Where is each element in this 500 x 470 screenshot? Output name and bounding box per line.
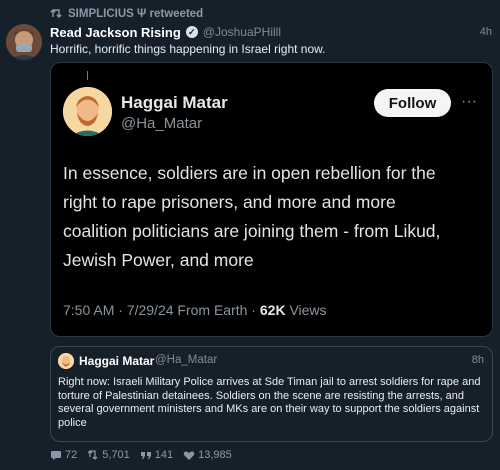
retweet-icon bbox=[50, 8, 62, 18]
quote-avatar bbox=[58, 353, 74, 369]
quote-avatar-image bbox=[58, 353, 74, 369]
quote-icon bbox=[140, 451, 151, 459]
quoted-tweet[interactable]: Haggai Matar @Ha_Matar 8h Right now: Isr… bbox=[50, 346, 493, 442]
embedded-line: coalition politicians are joining them -… bbox=[63, 221, 441, 241]
embedded-timestamp: 7:50 AM · 7/29/24 From Earth · bbox=[63, 302, 260, 318]
verified-icon: ✓ bbox=[185, 26, 198, 38]
embedded-author-name: Haggai Matar bbox=[121, 93, 228, 112]
quote-count: 141 bbox=[154, 449, 174, 461]
embedded-avatar-image bbox=[63, 87, 112, 136]
more-icon: ··· bbox=[461, 93, 477, 110]
avatar[interactable] bbox=[6, 24, 42, 60]
quote-button[interactable]: 141 bbox=[140, 449, 173, 461]
action-bar: 72 5,701 141 13,985 bbox=[50, 449, 232, 461]
retweet-text: SIMPLICIUS Ψ retweeted bbox=[68, 8, 204, 20]
embedded-author-handle: @Ha_Matar bbox=[121, 115, 203, 132]
quote-author-handle[interactable]: @Ha_Matar bbox=[155, 354, 217, 366]
embedded-screenshot[interactable]: Haggai Matar @Ha_Matar Follow ··· In ess… bbox=[50, 62, 493, 337]
follow-button: Follow bbox=[374, 89, 451, 117]
quote-time[interactable]: 8h bbox=[472, 354, 484, 366]
embedded-line: In essence, soldiers are in open rebelli… bbox=[63, 163, 436, 183]
reply-button[interactable]: 72 bbox=[50, 449, 77, 461]
reply-count: 72 bbox=[65, 449, 78, 461]
retweet-indicator: SIMPLICIUS Ψ retweeted bbox=[50, 7, 203, 21]
author-handle[interactable]: @JoshuaPHilll bbox=[203, 25, 281, 39]
quote-author-name[interactable]: Haggai Matar bbox=[79, 354, 154, 368]
thread-tick bbox=[87, 71, 88, 80]
embedded-avatar bbox=[63, 87, 112, 136]
embedded-meta: 7:50 AM · 7/29/24 From Earth · 62K Views bbox=[63, 302, 327, 318]
retweet-button[interactable]: 5,701 bbox=[87, 449, 130, 461]
embedded-line: right to rape prisoners, and more and mo… bbox=[63, 192, 396, 212]
retweet-count: 5,701 bbox=[102, 449, 130, 461]
like-count: 13,985 bbox=[198, 449, 232, 461]
tweet-header: Read Jackson Rising ✓ @JoshuaPHilll 4h bbox=[50, 24, 492, 40]
tweet-text: Horrific, horrific things happening in I… bbox=[50, 42, 326, 56]
reply-icon bbox=[51, 450, 61, 460]
embedded-views-count: 62K bbox=[259, 302, 286, 318]
author-name[interactable]: Read Jackson Rising bbox=[50, 25, 181, 40]
embedded-views-label: Views bbox=[285, 302, 327, 318]
retweet-icon bbox=[87, 449, 98, 460]
heart-icon bbox=[183, 450, 195, 460]
tweet-time[interactable]: 4h bbox=[480, 26, 492, 38]
avatar-image bbox=[6, 24, 42, 60]
quote-text: Right now: Israeli Military Police arriv… bbox=[58, 376, 481, 429]
like-button[interactable]: 13,985 bbox=[183, 449, 232, 461]
embedded-body: In essence, soldiers are in open rebelli… bbox=[63, 159, 483, 275]
embedded-line: Jewish Power, and more bbox=[63, 250, 254, 270]
